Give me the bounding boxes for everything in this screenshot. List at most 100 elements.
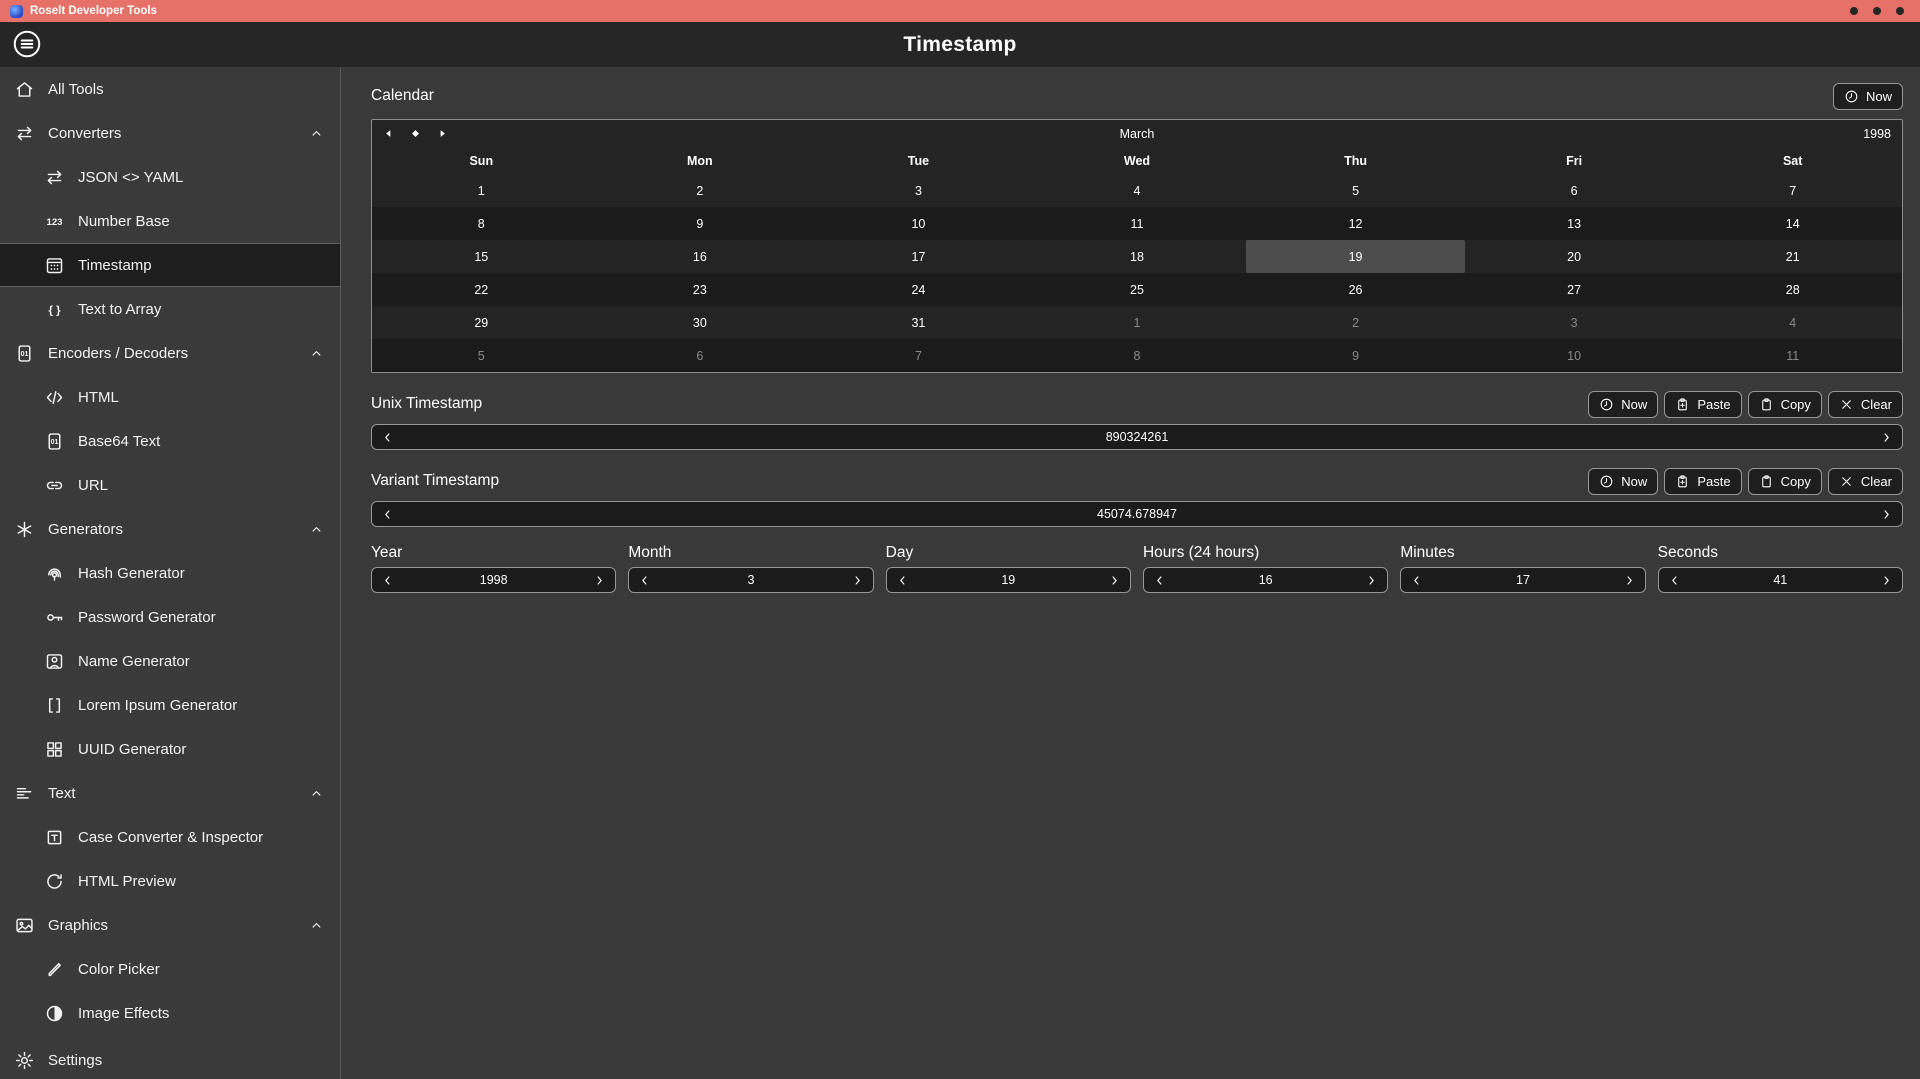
sidebar-item-settings[interactable]: Settings — [0, 1035, 340, 1079]
calendar-day-cell[interactable]: 18 — [1028, 240, 1247, 273]
sidebar-item-timestamp[interactable]: Timestamp — [0, 243, 340, 287]
clear-button[interactable]: Clear — [1828, 468, 1903, 495]
calendar-day-cell[interactable]: 29 — [372, 306, 591, 339]
sidebar-item-graphics[interactable]: Graphics — [0, 903, 340, 947]
calendar-day-cell[interactable]: 4 — [1028, 174, 1247, 207]
sidebar-item-name-generator[interactable]: Name Generator — [0, 639, 340, 683]
sidebar-item-url[interactable]: URL — [0, 463, 340, 507]
copy-button[interactable]: Copy — [1748, 468, 1822, 495]
calendar-day-cell-selected[interactable]: 19 — [1246, 240, 1465, 273]
paste-button[interactable]: Paste — [1664, 468, 1741, 495]
calendar-day-cell[interactable]: 5 — [1246, 174, 1465, 207]
now-button[interactable]: Now — [1588, 468, 1658, 495]
sidebar-item-base64-text[interactable]: 01Base64 Text — [0, 419, 340, 463]
sidebar-item-label: URL — [78, 477, 108, 494]
calendar-day-cell[interactable]: 3 — [809, 174, 1028, 207]
hamburger-menu-button[interactable] — [11, 28, 43, 60]
calendar-day-cell[interactable]: 7 — [809, 339, 1028, 372]
datetime-field-value[interactable]: 17 — [1401, 573, 1644, 587]
calendar-day-cell[interactable]: 7 — [1683, 174, 1902, 207]
calendar-day-cell[interactable]: 6 — [591, 339, 810, 372]
calendar-day-cell[interactable]: 27 — [1465, 273, 1684, 306]
letter-case-icon — [44, 827, 65, 848]
calendar-now-button[interactable]: Now — [1833, 83, 1903, 110]
key-icon — [44, 607, 65, 628]
calendar-day-cell[interactable]: 13 — [1465, 207, 1684, 240]
sidebar-item-converters[interactable]: Converters — [0, 111, 340, 155]
variant-timestamp-value[interactable]: 45074.678947 — [372, 507, 1902, 521]
sidebar-item-generators[interactable]: Generators — [0, 507, 340, 551]
sidebar-item-label: Text to Array — [78, 301, 161, 318]
sidebar-item-all-tools[interactable]: All Tools — [0, 67, 340, 111]
sidebar-item-html[interactable]: HTML — [0, 375, 340, 419]
calendar-day-cell[interactable]: 1 — [1028, 306, 1247, 339]
calendar-day-cell[interactable]: 23 — [591, 273, 810, 306]
calendar-day-cell[interactable]: 1 — [372, 174, 591, 207]
calendar-day-cell[interactable]: 2 — [591, 174, 810, 207]
calendar-day-cell[interactable]: 15 — [372, 240, 591, 273]
window-minimize-button[interactable] — [1850, 7, 1858, 15]
calendar-day-cell[interactable]: 3 — [1465, 306, 1684, 339]
calendar-day-cell[interactable]: 21 — [1683, 240, 1902, 273]
calendar-day-cell[interactable]: 20 — [1465, 240, 1684, 273]
code-icon — [44, 387, 65, 408]
calendar-day-cell[interactable]: 25 — [1028, 273, 1247, 306]
calendar-day-cell[interactable]: 11 — [1028, 207, 1247, 240]
window-maximize-button[interactable] — [1873, 7, 1881, 15]
sidebar-item-encoders-decoders[interactable]: 01Encoders / Decoders — [0, 331, 340, 375]
calendar-day-cell[interactable]: 10 — [809, 207, 1028, 240]
sidebar-item-text-to-array[interactable]: { }Text to Array — [0, 287, 340, 331]
window-close-button[interactable] — [1896, 7, 1904, 15]
datetime-field-value[interactable]: 41 — [1659, 573, 1902, 587]
unix-timestamp-value[interactable]: 890324261 — [372, 430, 1902, 444]
now-button[interactable]: Now — [1588, 391, 1658, 418]
calendar-day-cell[interactable]: 2 — [1246, 306, 1465, 339]
sidebar-item-label: Number Base — [78, 213, 170, 230]
calendar-day-cell[interactable]: 17 — [809, 240, 1028, 273]
grid-squares-icon — [44, 739, 65, 760]
calendar-day-cell[interactable]: 9 — [1246, 339, 1465, 372]
paste-button[interactable]: Paste — [1664, 391, 1741, 418]
calendar-day-cell[interactable]: 30 — [591, 306, 810, 339]
calendar-day-cell[interactable]: 14 — [1683, 207, 1902, 240]
calendar-day-cell[interactable]: 24 — [809, 273, 1028, 306]
datetime-field-value[interactable]: 16 — [1144, 573, 1387, 587]
sidebar-item-image-effects[interactable]: Image Effects — [0, 991, 340, 1035]
contrast-icon — [44, 1003, 65, 1024]
datetime-field-value[interactable]: 19 — [887, 573, 1130, 587]
datetime-field-value[interactable]: 1998 — [372, 573, 615, 587]
sidebar-item-html-preview[interactable]: HTML Preview — [0, 859, 340, 903]
calendar-day-cell[interactable]: 4 — [1683, 306, 1902, 339]
datetime-field-day: Day19 — [886, 544, 1131, 593]
sidebar-item-uuid-generator[interactable]: UUID Generator — [0, 727, 340, 771]
sidebar-item-password-generator[interactable]: Password Generator — [0, 595, 340, 639]
datetime-field-year: Year1998 — [371, 544, 616, 593]
calendar-day-cell[interactable]: 5 — [372, 339, 591, 372]
calendar-day-cell[interactable]: 10 — [1465, 339, 1684, 372]
calendar-day-cell[interactable]: 9 — [591, 207, 810, 240]
asterisk-icon — [14, 519, 35, 540]
datetime-field-value[interactable]: 3 — [629, 573, 872, 587]
clear-icon — [1839, 397, 1854, 412]
calendar-day-cell[interactable]: 8 — [1028, 339, 1247, 372]
calendar-day-cell[interactable]: 8 — [372, 207, 591, 240]
sidebar-item-text[interactable]: Text — [0, 771, 340, 815]
calendar-day-header: Sat — [1683, 154, 1902, 168]
sidebar-item-color-picker[interactable]: Color Picker — [0, 947, 340, 991]
calendar-day-cell[interactable]: 22 — [372, 273, 591, 306]
calendar-day-cell[interactable]: 6 — [1465, 174, 1684, 207]
sidebar-item-number-base[interactable]: 123Number Base — [0, 199, 340, 243]
sidebar-item-lorem-ipsum-generator[interactable]: Lorem Ipsum Generator — [0, 683, 340, 727]
calendar-day-cell[interactable]: 28 — [1683, 273, 1902, 306]
sidebar-item-json-yaml[interactable]: JSON <> YAML — [0, 155, 340, 199]
sidebar-item-case-converter-inspector[interactable]: Case Converter & Inspector — [0, 815, 340, 859]
clear-button[interactable]: Clear — [1828, 391, 1903, 418]
calendar-day-cell[interactable]: 12 — [1246, 207, 1465, 240]
sidebar-item-hash-generator[interactable]: Hash Generator — [0, 551, 340, 595]
calendar-day-cell[interactable]: 26 — [1246, 273, 1465, 306]
calendar-day-cell[interactable]: 11 — [1683, 339, 1902, 372]
copy-button[interactable]: Copy — [1748, 391, 1822, 418]
calendar-day-cell[interactable]: 16 — [591, 240, 810, 273]
calendar-day-cell[interactable]: 31 — [809, 306, 1028, 339]
sidebar-item-label: Base64 Text — [78, 433, 160, 450]
